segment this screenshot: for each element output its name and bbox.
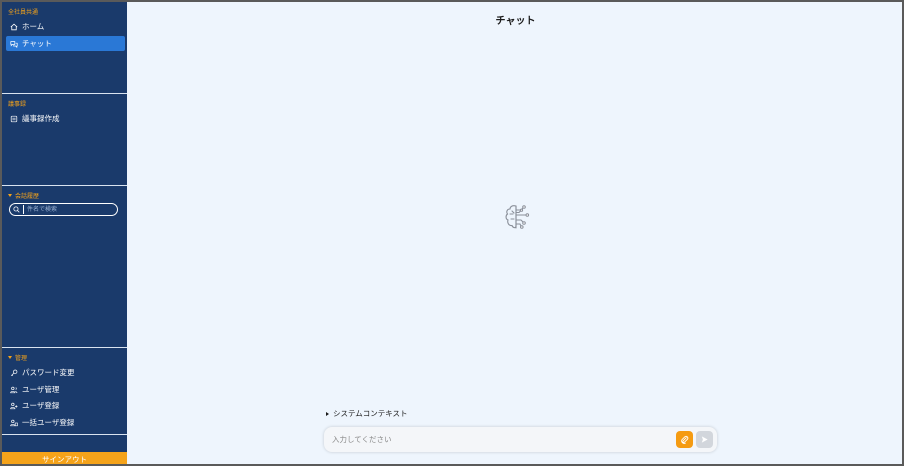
sidebar-item-minutes-create[interactable]: 議事録作成 (6, 111, 125, 126)
send-button[interactable] (696, 431, 713, 448)
send-icon (701, 436, 708, 443)
chat-input[interactable] (332, 433, 672, 446)
chat-bubbles-icon (10, 40, 18, 48)
history-search-input[interactable] (23, 205, 113, 214)
chat-input-bar (324, 427, 717, 452)
section-title-history[interactable]: 会話履歴 (8, 191, 39, 200)
collapse-triangle-icon (8, 194, 12, 197)
history-search (9, 203, 118, 216)
user-group-icon (10, 386, 18, 393)
document-icon (10, 115, 18, 122)
signout-button[interactable]: サインアウト (2, 452, 127, 464)
sidebar-item-chat[interactable]: チャット (6, 36, 125, 51)
section-title-admin[interactable]: 管理 (8, 353, 27, 362)
paperclip-icon (681, 435, 689, 444)
brain-circuit-icon (505, 205, 530, 229)
system-context-toggle[interactable]: システムコンテキスト (326, 408, 408, 419)
app-window: 全社員共通 ホーム チャット 議事録 議事録作成 会話履歴 件名で検索 管理 パ… (0, 0, 904, 466)
section-title-common: 全社員共通 (8, 9, 39, 16)
user-upload-icon (10, 419, 18, 426)
page-title: チャット (495, 16, 536, 27)
section-title-minutes: 議事録 (8, 101, 27, 108)
sidebar-divider (2, 347, 127, 348)
expand-triangle-icon (326, 411, 329, 416)
attach-button[interactable] (676, 431, 693, 448)
sidebar-divider (2, 434, 127, 435)
sidebar: 全社員共通 ホーム チャット 議事録 議事録作成 会話履歴 件名で検索 管理 パ… (2, 2, 127, 464)
sidebar-divider (2, 185, 127, 186)
sidebar-item-bulk-register[interactable]: 一括ユーザ登録 (6, 415, 125, 430)
sidebar-item-user-manage[interactable]: ユーザ管理 (6, 382, 125, 397)
sidebar-divider (2, 93, 127, 94)
search-icon (13, 206, 20, 213)
sidebar-item-home[interactable]: ホーム (6, 19, 125, 34)
home-icon (10, 23, 18, 30)
user-plus-icon (10, 402, 18, 409)
key-icon (10, 369, 18, 376)
sidebar-item-password-change[interactable]: パスワード変更 (6, 365, 125, 380)
sidebar-item-user-register[interactable]: ユーザ登録 (6, 398, 125, 413)
collapse-triangle-icon (8, 356, 12, 359)
